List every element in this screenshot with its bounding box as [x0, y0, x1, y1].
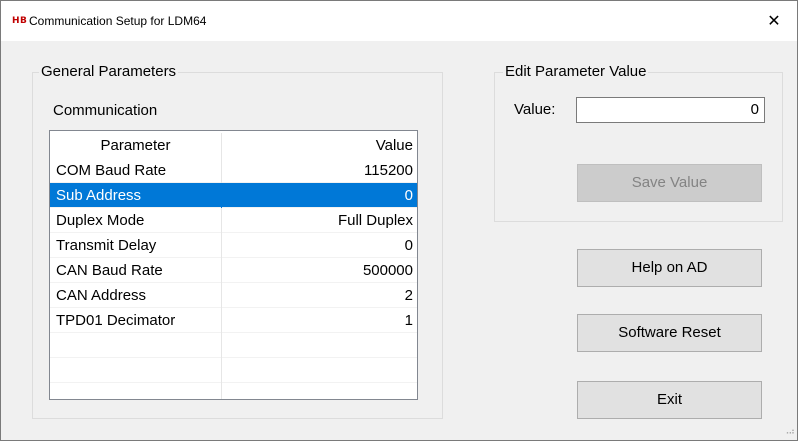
param-value-cell: 500000	[362, 262, 413, 279]
communication-setup-window: HB Communication Setup for LDM64 ✕ Gener…	[0, 0, 798, 441]
empty-cell	[50, 358, 222, 383]
parameter-grid[interactable]: Parameter Value COM Baud Rate 115200 Sub…	[49, 130, 418, 400]
table-row[interactable]: Duplex Mode Full Duplex	[50, 208, 417, 233]
empty-cell	[50, 333, 222, 358]
param-value-cell: 115200	[364, 162, 413, 179]
param-value-cell: 0	[404, 187, 413, 204]
empty-cell	[222, 333, 417, 358]
empty-row	[50, 333, 417, 358]
close-icon[interactable]: ✕	[751, 1, 797, 41]
value-label: Value:	[514, 101, 556, 118]
param-value-cell: 0	[404, 237, 413, 254]
resize-grip-icon[interactable]: ⠠⠴	[783, 426, 795, 437]
param-name-cell: Sub Address	[50, 183, 222, 208]
param-value-cell: 2	[404, 287, 413, 304]
param-name-cell: Duplex Mode	[50, 208, 222, 233]
communication-label: Communication	[53, 102, 158, 119]
table-row-selected[interactable]: Sub Address 0	[50, 183, 417, 208]
app-logo-icon: HB	[12, 16, 28, 26]
param-name-cell: Transmit Delay	[50, 233, 222, 258]
column-header-parameter[interactable]: Parameter	[50, 133, 222, 158]
param-name-cell: TPD01 Decimator	[50, 308, 222, 333]
title-bar: HB Communication Setup for LDM64 ✕	[1, 1, 797, 41]
empty-row	[50, 383, 417, 399]
empty-cell	[222, 383, 417, 399]
param-name-cell: CAN Baud Rate	[50, 258, 222, 283]
empty-cell	[50, 383, 222, 399]
table-row[interactable]: CAN Baud Rate 500000	[50, 258, 417, 283]
window-title: Communication Setup for LDM64	[29, 14, 207, 28]
column-header-value[interactable]: Value	[222, 133, 417, 158]
param-name-cell: CAN Address	[50, 283, 222, 308]
empty-cell	[222, 358, 417, 383]
table-row[interactable]: Transmit Delay 0	[50, 233, 417, 258]
param-value-cell: 1	[404, 312, 413, 329]
edit-parameter-legend: Edit Parameter Value	[503, 63, 649, 80]
param-name-cell: COM Baud Rate	[50, 158, 222, 183]
value-input[interactable]: 0	[576, 97, 765, 123]
exit-button[interactable]: Exit	[577, 381, 762, 419]
param-value-cell: Full Duplex	[337, 212, 413, 229]
table-row[interactable]: COM Baud Rate 115200	[50, 158, 417, 183]
help-on-ad-button[interactable]: Help on AD	[577, 249, 762, 287]
table-row[interactable]: CAN Address 2	[50, 283, 417, 308]
software-reset-button[interactable]: Software Reset	[577, 314, 762, 352]
empty-row	[50, 358, 417, 383]
table-row[interactable]: TPD01 Decimator 1	[50, 308, 417, 333]
grid-header-row: Parameter Value	[50, 133, 417, 158]
general-parameters-legend: General Parameters	[39, 63, 179, 80]
save-value-button[interactable]: Save Value	[577, 164, 762, 202]
